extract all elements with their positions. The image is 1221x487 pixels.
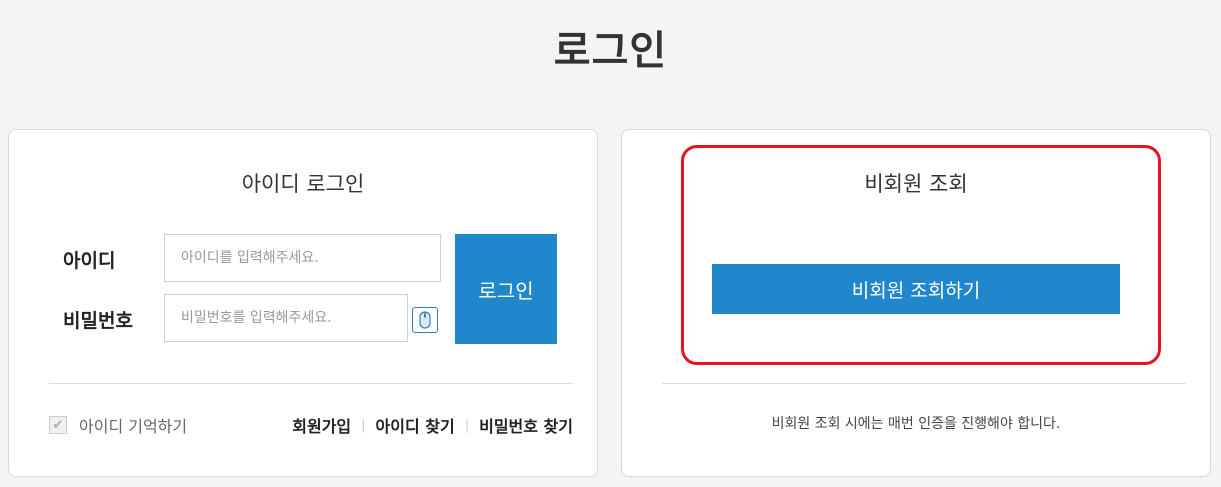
find-id-link[interactable]: 아이디 찾기: [376, 413, 455, 437]
id-label: 아이디: [63, 250, 116, 272]
id-input[interactable]: [164, 234, 441, 282]
account-links: 회원가입 | 아이디 찾기 | 비밀번호 찾기: [292, 413, 573, 437]
page-title: 로그인: [553, 28, 668, 74]
login-button[interactable]: 로그인: [455, 234, 557, 344]
id-login-panel: 아이디 로그인 아이디 비밀번호 로그인 ✔ 아이디 기억하기 회원가입 | 아…: [8, 129, 598, 477]
signup-link[interactable]: 회원가입: [292, 413, 351, 437]
remember-id[interactable]: ✔ 아이디 기억하기: [49, 413, 187, 437]
guest-lookup-button[interactable]: 비회원 조회하기: [712, 264, 1120, 314]
password-input[interactable]: [164, 294, 408, 342]
remember-id-label: 아이디 기억하기: [79, 417, 188, 436]
remember-id-checkbox[interactable]: ✔: [49, 416, 67, 434]
guest-lookup-heading: 비회원 조회: [864, 172, 968, 196]
divider: [662, 383, 1186, 384]
guest-lookup-notice: 비회원 조회 시에는 매번 인증을 진행해야 합니다.: [771, 416, 1061, 432]
divider: [49, 383, 573, 384]
password-label: 비밀번호: [63, 310, 133, 332]
check-icon: ✔: [52, 417, 64, 433]
link-separator: |: [361, 417, 366, 433]
guest-lookup-panel: 비회원 조회 비회원 조회하기 비회원 조회 시에는 매번 인증을 진행해야 합…: [621, 129, 1211, 477]
virtual-keypad-button[interactable]: [412, 307, 438, 333]
mouse-icon: [413, 311, 437, 329]
find-password-link[interactable]: 비밀번호 찾기: [479, 413, 573, 437]
id-login-heading: 아이디 로그인: [241, 172, 365, 196]
link-separator: |: [464, 417, 470, 433]
